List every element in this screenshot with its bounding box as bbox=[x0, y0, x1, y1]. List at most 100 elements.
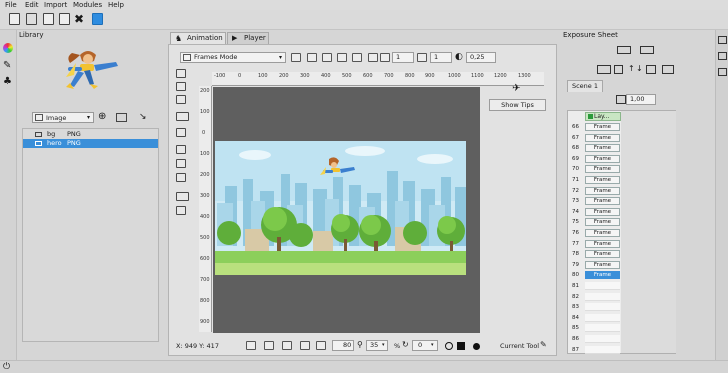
fullscreen-icon[interactable] bbox=[300, 341, 310, 350]
menu-modules[interactable]: Modules bbox=[73, 1, 102, 9]
remove-frame-icon[interactable] bbox=[614, 65, 623, 74]
frame-cell[interactable]: Frame bbox=[585, 144, 620, 153]
palette-icon[interactable] bbox=[3, 43, 13, 53]
empty-frame-cell[interactable] bbox=[585, 324, 620, 333]
layer-header[interactable]: Lay... bbox=[585, 112, 621, 121]
onion-skin-icon[interactable] bbox=[291, 53, 301, 62]
close-project-icon[interactable]: ✖ bbox=[74, 13, 84, 25]
rectangle-tool-icon[interactable] bbox=[176, 112, 189, 121]
layer-visibility-icon[interactable] bbox=[588, 114, 593, 119]
frame-cell[interactable]: Frame bbox=[585, 133, 620, 142]
previous-icon[interactable] bbox=[307, 53, 317, 62]
speed-spinbox[interactable]: 1,00 bbox=[626, 94, 656, 105]
pen-icon[interactable]: ✎ bbox=[3, 60, 11, 71]
show-tips-button[interactable]: Show Tips bbox=[489, 99, 546, 111]
frame-cell[interactable]: Frame bbox=[585, 197, 620, 206]
next-icon[interactable] bbox=[322, 53, 332, 62]
ruler-label: 1100 bbox=[471, 73, 484, 79]
pencil-tool-icon[interactable] bbox=[176, 69, 186, 78]
library-item-bg[interactable]: bg PNG bbox=[23, 130, 158, 139]
frame-cell[interactable]: Frame bbox=[585, 207, 620, 216]
spin-box-2[interactable]: 1 bbox=[430, 52, 452, 63]
fill-tool-icon[interactable] bbox=[176, 173, 186, 182]
power-icon[interactable]: ⏻ bbox=[3, 362, 10, 372]
add-item-icon[interactable]: ⊕ bbox=[98, 112, 106, 122]
tree-icon[interactable] bbox=[368, 53, 378, 62]
opacity-spinbox[interactable]: 0,25 bbox=[466, 52, 496, 63]
menu-import[interactable]: Import bbox=[44, 1, 67, 9]
tab-animation[interactable]: ♞ Animation bbox=[170, 32, 226, 44]
text-tool-icon[interactable] bbox=[176, 128, 186, 137]
frame-cell[interactable]: Frame bbox=[585, 250, 620, 259]
zoom-field[interactable]: 80 bbox=[332, 340, 354, 351]
angle-field[interactable]: 0 ▾ bbox=[412, 340, 438, 351]
shift-tool-icon[interactable] bbox=[176, 206, 186, 215]
insert-layer-icon[interactable] bbox=[617, 46, 631, 54]
rotation-field[interactable]: 35 ▾ bbox=[366, 340, 388, 351]
empty-frame-cell[interactable] bbox=[585, 335, 620, 343]
ink-tool-icon[interactable] bbox=[176, 82, 186, 91]
subgrid-icon[interactable] bbox=[282, 341, 292, 350]
selection-tool-icon[interactable] bbox=[176, 145, 186, 154]
grid-icon[interactable] bbox=[246, 341, 256, 350]
frame-cell[interactable]: Frame bbox=[585, 176, 620, 184]
empty-frame-cell[interactable] bbox=[585, 313, 620, 322]
remove-layer-icon[interactable] bbox=[640, 46, 654, 54]
menu-edit[interactable]: Edit bbox=[25, 1, 39, 9]
onion-next-icon[interactable] bbox=[417, 53, 427, 62]
ruler-label: 100 bbox=[258, 73, 268, 79]
frame-stack-icon[interactable] bbox=[380, 53, 390, 62]
safe-area-icon[interactable] bbox=[264, 341, 274, 350]
menu-help[interactable]: Help bbox=[108, 1, 124, 9]
frame-cell[interactable]: Frame bbox=[585, 260, 620, 269]
layer-tool-icon[interactable] bbox=[176, 192, 189, 201]
brush-tool-icon[interactable] bbox=[176, 95, 186, 104]
spin-box-1[interactable]: 1 bbox=[392, 52, 414, 63]
tab-player[interactable]: ▶ Player bbox=[227, 32, 269, 44]
frame-cell[interactable]: Frame bbox=[585, 186, 620, 195]
empty-frame-cell[interactable] bbox=[585, 282, 620, 290]
frame-cell[interactable]: Frame bbox=[585, 165, 620, 174]
copy-frame-icon[interactable] bbox=[337, 53, 347, 62]
insert-frame-icon[interactable] bbox=[597, 65, 611, 74]
pin-icon[interactable]: ✈ bbox=[512, 83, 520, 94]
frame-cell[interactable]: Frame bbox=[585, 271, 620, 280]
move-down-icon[interactable]: ↓ bbox=[636, 64, 643, 73]
frames-panel-icon[interactable] bbox=[718, 52, 727, 60]
tab-scene-1[interactable]: Scene 1 bbox=[567, 80, 603, 92]
scene-panel-icon[interactable] bbox=[718, 68, 727, 76]
new-folder-icon[interactable] bbox=[116, 113, 127, 122]
new-file-icon[interactable] bbox=[9, 13, 20, 25]
frame-cell[interactable]: Frame bbox=[585, 154, 620, 163]
eraser-tool-icon[interactable] bbox=[176, 159, 186, 168]
view-icon[interactable] bbox=[316, 341, 326, 350]
empty-layer-area bbox=[621, 111, 676, 353]
menu-file[interactable]: File bbox=[5, 1, 17, 9]
open-folder-icon[interactable] bbox=[26, 13, 37, 25]
layers-icon[interactable] bbox=[352, 53, 362, 62]
brush-size-icon[interactable] bbox=[473, 343, 480, 350]
empty-frame-cell[interactable] bbox=[585, 345, 620, 354]
brush-icon[interactable]: ♣ bbox=[3, 76, 12, 87]
row-number: 76 bbox=[572, 230, 579, 236]
ruler-label: 100 bbox=[200, 151, 210, 157]
save-icon[interactable] bbox=[43, 13, 54, 25]
insert-arrow-icon[interactable]: ↘ bbox=[139, 112, 147, 122]
save-as-icon[interactable] bbox=[59, 13, 70, 25]
library-item-hero[interactable]: hero PNG bbox=[23, 139, 158, 148]
fill-color-icon[interactable] bbox=[457, 342, 465, 350]
move-up-icon[interactable]: ↑ bbox=[628, 64, 635, 73]
frame-cell[interactable]: Frame bbox=[585, 229, 620, 237]
lock-frame-icon[interactable] bbox=[646, 65, 656, 74]
frame-cell[interactable]: Frame bbox=[585, 239, 620, 248]
mode-select[interactable]: Frames Mode ▾ bbox=[180, 52, 286, 63]
export-icon[interactable] bbox=[92, 13, 103, 25]
empty-frame-cell[interactable] bbox=[585, 292, 620, 301]
camera-icon[interactable] bbox=[718, 36, 727, 44]
frame-cell[interactable]: Frame bbox=[585, 123, 620, 131]
copy-frame-icon[interactable] bbox=[662, 65, 674, 74]
outline-color-icon[interactable] bbox=[445, 342, 453, 350]
library-type-select[interactable]: Image ▾ bbox=[32, 112, 94, 123]
empty-frame-cell[interactable] bbox=[585, 303, 620, 312]
frame-cell[interactable]: Frame bbox=[585, 218, 620, 227]
